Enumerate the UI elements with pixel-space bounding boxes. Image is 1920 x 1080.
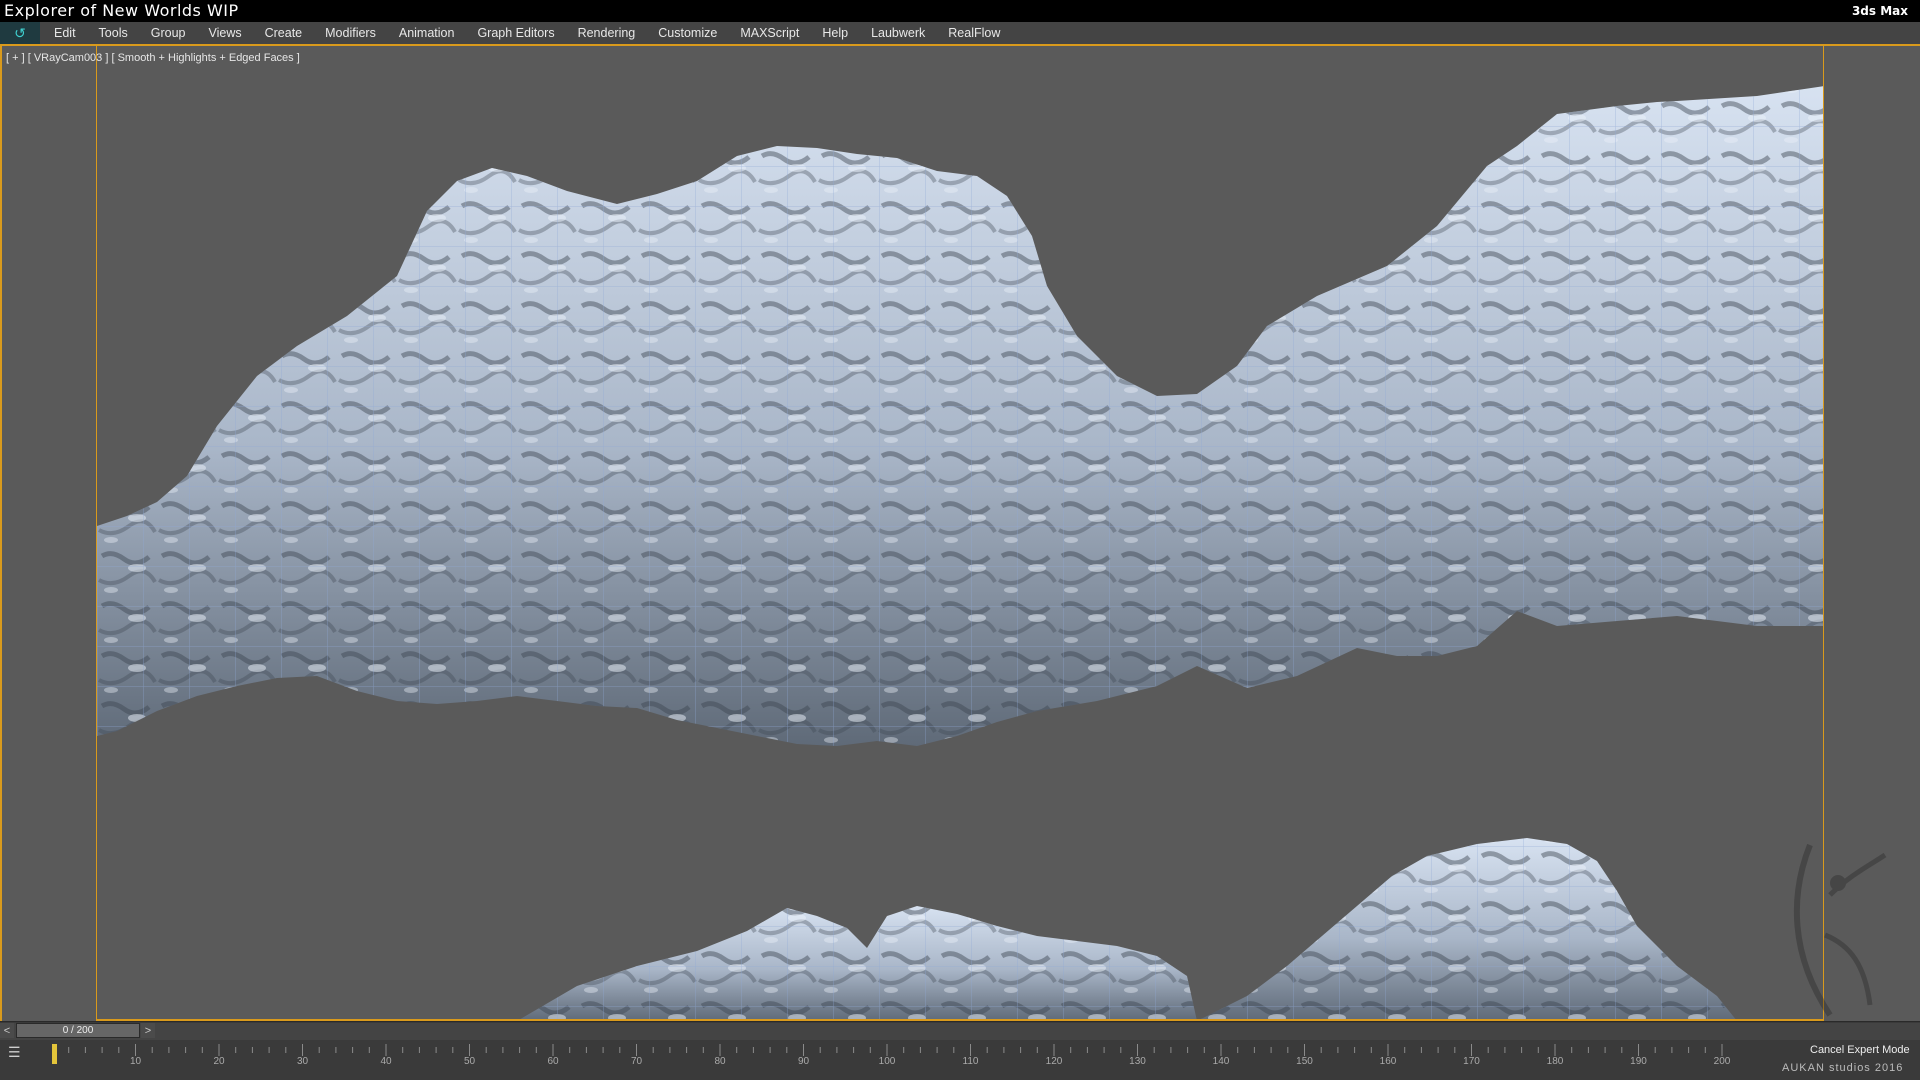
- menu-realflow[interactable]: RealFlow: [948, 26, 1000, 40]
- menu-group[interactable]: Group: [151, 26, 186, 40]
- ruler-tick-label: 20: [213, 1056, 225, 1066]
- time-slider-thumb[interactable]: 0 / 200: [16, 1023, 140, 1038]
- ruler-tick-label: 110: [963, 1056, 979, 1066]
- viewport-left-gutter[interactable]: [0, 46, 96, 1021]
- menu-laubwerk[interactable]: Laubwerk: [871, 26, 925, 40]
- menu-modifiers[interactable]: Modifiers: [325, 26, 376, 40]
- menu-graph-editors[interactable]: Graph Editors: [477, 26, 554, 40]
- menu-tools[interactable]: Tools: [99, 26, 128, 40]
- menu-maxscript[interactable]: MAXScript: [740, 26, 799, 40]
- timeline-panel: < 0 / 200 > ☰ 10 20 30 40 50 60 70 80 90 100 110 12…: [0, 1021, 1920, 1080]
- ruler-tick-label: 120: [1046, 1056, 1063, 1066]
- ruler-tick-label: 30: [297, 1056, 309, 1066]
- minor-ticks: [52, 1044, 1723, 1056]
- main-rock-mesh: [97, 86, 1823, 746]
- menu-edit[interactable]: Edit: [54, 26, 76, 40]
- ruler-tick-label: 50: [464, 1056, 476, 1066]
- menu-customize[interactable]: Customize: [658, 26, 717, 40]
- ruler-tick-label: 10: [130, 1056, 142, 1066]
- menu-help[interactable]: Help: [822, 26, 848, 40]
- ruler-tick-label: 70: [631, 1056, 643, 1066]
- menu-rendering[interactable]: Rendering: [578, 26, 636, 40]
- terrain-render: [97, 86, 1823, 1019]
- app-name: 3ds Max: [1851, 4, 1908, 18]
- mini-curve-editor-icon[interactable]: ☰: [8, 1044, 34, 1064]
- menu-views[interactable]: Views: [208, 26, 241, 40]
- ruler-tick-label: 90: [798, 1056, 810, 1066]
- ruler-tick-label: 200: [1714, 1056, 1731, 1066]
- studio-logo-watermark: [1793, 843, 1887, 1017]
- ruler-tick-label: 40: [380, 1056, 392, 1066]
- studio-credit: AUKAN studios 2016: [1782, 1062, 1904, 1074]
- ruler-tick-label: 180: [1547, 1056, 1564, 1066]
- time-marker[interactable]: [52, 1044, 57, 1064]
- ruler-tick-label: 190: [1630, 1056, 1647, 1066]
- menu-items: Edit Tools Group Views Create Modifiers …: [54, 22, 1023, 44]
- cancel-expert-mode-button[interactable]: Cancel Expert Mode: [1810, 1044, 1910, 1056]
- menu-animation[interactable]: Animation: [399, 26, 455, 40]
- ruler-tick-label: 160: [1380, 1056, 1397, 1066]
- next-frame-button[interactable]: >: [141, 1023, 155, 1038]
- lower-rock-mesh-left: [520, 906, 1197, 1019]
- menu-bar: ↺ Edit Tools Group Views Create Modifier…: [0, 22, 1920, 46]
- track-bar-ruler[interactable]: 10 20 30 40 50 60 70 80 90 100 110 120 130 140 150 160 1…: [52, 1044, 1752, 1066]
- camera-viewport[interactable]: [96, 46, 1824, 1021]
- window-title: Explorer of New Worlds WIP: [4, 1, 239, 20]
- time-slider-track[interactable]: [0, 1023, 1920, 1040]
- ruler-tick-label: 80: [714, 1056, 726, 1066]
- prev-frame-button[interactable]: <: [0, 1023, 14, 1038]
- ruler-tick-label: 150: [1296, 1056, 1313, 1066]
- menu-create[interactable]: Create: [265, 26, 303, 40]
- lower-rock-mesh-right: [1201, 838, 1736, 1019]
- ruler-tick-label: 60: [547, 1056, 559, 1066]
- viewport-label[interactable]: [ + ] [ VRayCam003 ] [ Smooth + Highligh…: [6, 52, 300, 64]
- ruler-tick-label: 140: [1213, 1056, 1230, 1066]
- ruler-tick-label: 100: [879, 1056, 896, 1066]
- app-logo-icon[interactable]: ↺: [0, 22, 40, 44]
- title-bar: Explorer of New Worlds WIP 3ds Max: [0, 0, 1920, 22]
- ruler-tick-label: 130: [1129, 1056, 1146, 1066]
- ruler-tick-label: 170: [1463, 1056, 1480, 1066]
